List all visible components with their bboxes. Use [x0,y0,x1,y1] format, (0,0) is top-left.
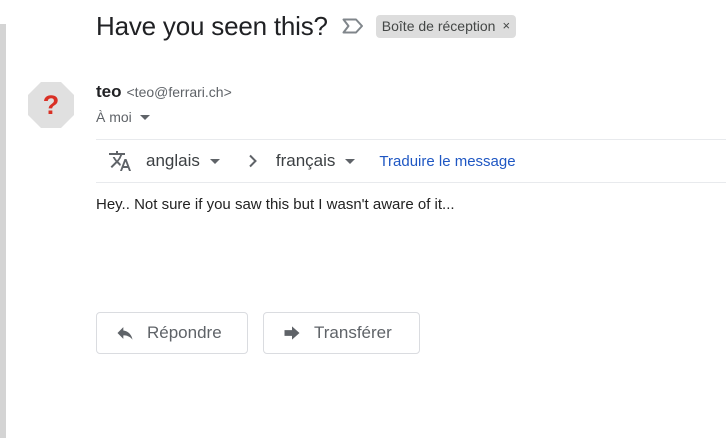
remove-label-icon[interactable]: × [502,18,510,33]
chevron-down-icon [209,158,220,164]
forward-button-label: Transférer [314,323,392,342]
target-language-label: français [275,151,336,170]
source-language-label: anglais [146,151,200,170]
recipient-label: À moi [96,109,132,125]
recipient-details-toggle[interactable]: À moi [96,109,232,125]
email-subject: Have you seen this? [96,10,328,41]
subject-row: Have you seen this? Boîte de réception × [96,8,517,44]
chevron-down-icon [345,158,356,164]
email-body: Hey.. Not sure if you saw this but I was… [96,196,455,213]
forward-icon [282,323,302,343]
avatar: ? [27,81,75,129]
source-language-select[interactable]: anglais [146,151,220,171]
chevron-down-icon [139,114,150,120]
target-language-select[interactable]: français [276,151,356,171]
translate-message-link[interactable]: Traduire le message [379,153,515,170]
reply-button[interactable]: Répondre [96,312,248,354]
label-chip-inbox[interactable]: Boîte de réception × [375,14,517,38]
label-chip-text: Boîte de réception [381,17,496,34]
chevron-right-icon [246,154,260,168]
translate-bar: anglais français Traduire le message [96,139,726,183]
question-mark-icon: ? [43,90,60,120]
forward-button[interactable]: Transférer [263,312,420,354]
reply-button-label: Répondre [147,323,222,342]
sender-block: teo <teo@ferrari.ch> À moi [96,82,232,125]
left-panel-edge [0,24,6,438]
importance-marker-icon[interactable] [342,17,364,35]
translate-icon [108,149,132,173]
email-view: Have you seen this? Boîte de réception ×… [0,0,726,438]
sender-name[interactable]: teo [96,82,122,102]
sender-email: <teo@ferrari.ch> [126,84,232,100]
reply-icon [115,323,135,343]
